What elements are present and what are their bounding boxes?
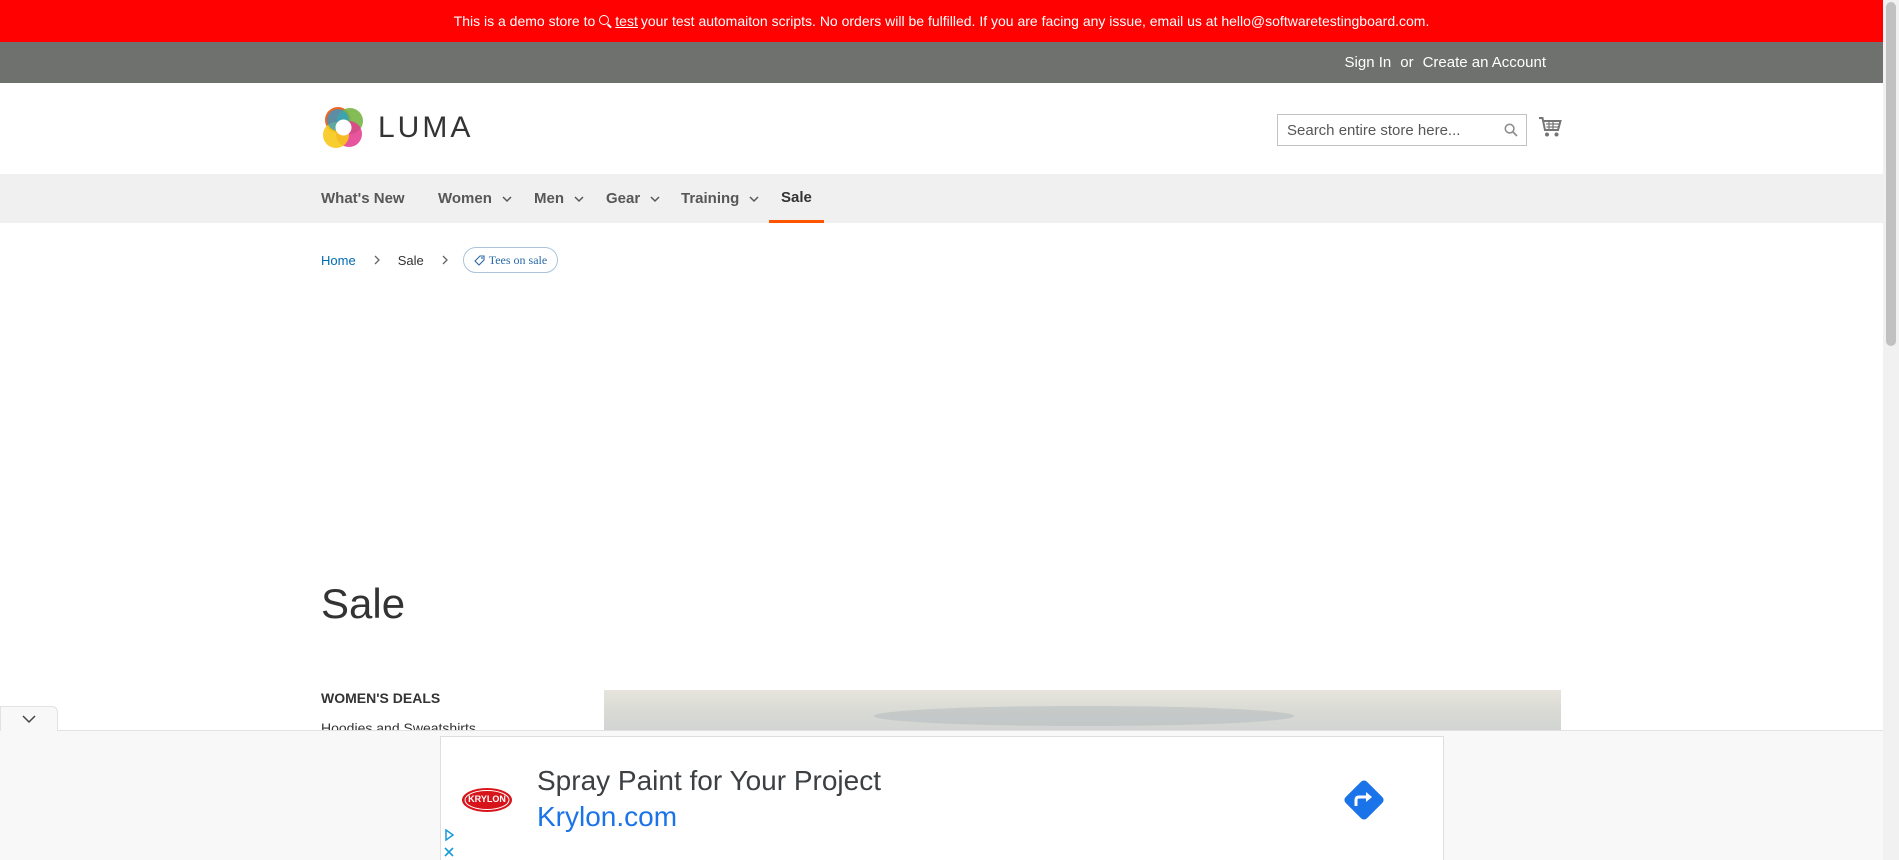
- hero-image: [874, 706, 1294, 726]
- breadcrumb-current: Sale: [397, 252, 424, 268]
- ad-card[interactable]: KRYLON Spray Paint for Your Project Kryl…: [440, 736, 1444, 860]
- search-icon: [599, 15, 610, 25]
- nav-item-women[interactable]: Women: [438, 174, 512, 223]
- search-input[interactable]: [1278, 115, 1498, 145]
- close-icon[interactable]: [443, 846, 455, 858]
- demo-notice-prefix: This is a demo store to: [453, 13, 596, 29]
- nav-item-label: Gear: [606, 190, 641, 207]
- nav-item-gear[interactable]: Gear: [606, 174, 660, 223]
- search-icon[interactable]: [1504, 123, 1518, 137]
- nav-item-label: Sale: [781, 188, 812, 206]
- nav-item-label: Men: [534, 190, 564, 207]
- cart-icon[interactable]: [1538, 116, 1562, 138]
- sidebar-section-title: WOMEN'S DEALS: [321, 690, 441, 706]
- demo-notice-link[interactable]: test: [615, 13, 638, 29]
- tag-icon: [473, 254, 485, 266]
- chip-label: Tees on sale: [488, 252, 548, 267]
- ad-choices-icon[interactable]: [443, 829, 455, 841]
- search-box: [1277, 114, 1527, 146]
- create-account-link[interactable]: Create an Account: [1423, 54, 1546, 71]
- ad-collapse-toggle[interactable]: [0, 706, 58, 731]
- directions-icon[interactable]: [1339, 775, 1389, 825]
- ad-headline[interactable]: Spray Paint for Your Project: [537, 765, 881, 797]
- nav-item-whats-new[interactable]: What's New: [321, 174, 405, 223]
- ad-domain-link[interactable]: Krylon.com: [537, 801, 677, 833]
- sign-in-link[interactable]: Sign In: [1345, 54, 1392, 71]
- account-links: Sign In or Create an Account: [1345, 42, 1546, 83]
- breadcrumb-home-link[interactable]: Home: [321, 253, 356, 268]
- panel-header: Sign In or Create an Account: [0, 42, 1883, 83]
- chevron-down-icon: [574, 195, 584, 202]
- luma-logo-icon: [323, 107, 363, 148]
- demo-notice-suffix: your test automaiton scripts. No orders …: [640, 13, 1430, 29]
- main-navigation: What's New Women Men Gear Training Sale: [0, 174, 1883, 223]
- krylon-brand-text: KRYLON: [468, 794, 506, 804]
- breadcrumb: Home Sale Tees on sale: [321, 247, 559, 273]
- chevron-down-icon: [22, 714, 36, 723]
- nav-item-label: Women: [438, 190, 492, 207]
- demo-notice-banner: This is a demo store to test your test a…: [0, 0, 1883, 42]
- chevron-down-icon: [502, 195, 512, 202]
- logo-text: LUMA: [378, 110, 474, 144]
- header: LUMA: [0, 83, 1883, 174]
- tees-on-sale-chip[interactable]: Tees on sale: [462, 247, 559, 273]
- nav-item-men[interactable]: Men: [534, 174, 584, 223]
- nav-item-sale[interactable]: Sale: [769, 174, 824, 223]
- page-title: Sale: [321, 580, 406, 627]
- scrollbar-thumb[interactable]: [1886, 2, 1896, 346]
- chevron-right-icon: [442, 255, 448, 265]
- scrollbar[interactable]: [1883, 0, 1899, 860]
- logo[interactable]: LUMA: [321, 105, 473, 150]
- nav-item-label: Training: [681, 190, 740, 207]
- chevron-down-icon: [749, 195, 759, 202]
- chevron-right-icon: [374, 255, 380, 265]
- nav-item-label: What's New: [321, 190, 405, 207]
- chevron-down-icon: [650, 195, 660, 202]
- nav-item-training[interactable]: Training: [681, 174, 759, 223]
- or-text: or: [1400, 54, 1414, 71]
